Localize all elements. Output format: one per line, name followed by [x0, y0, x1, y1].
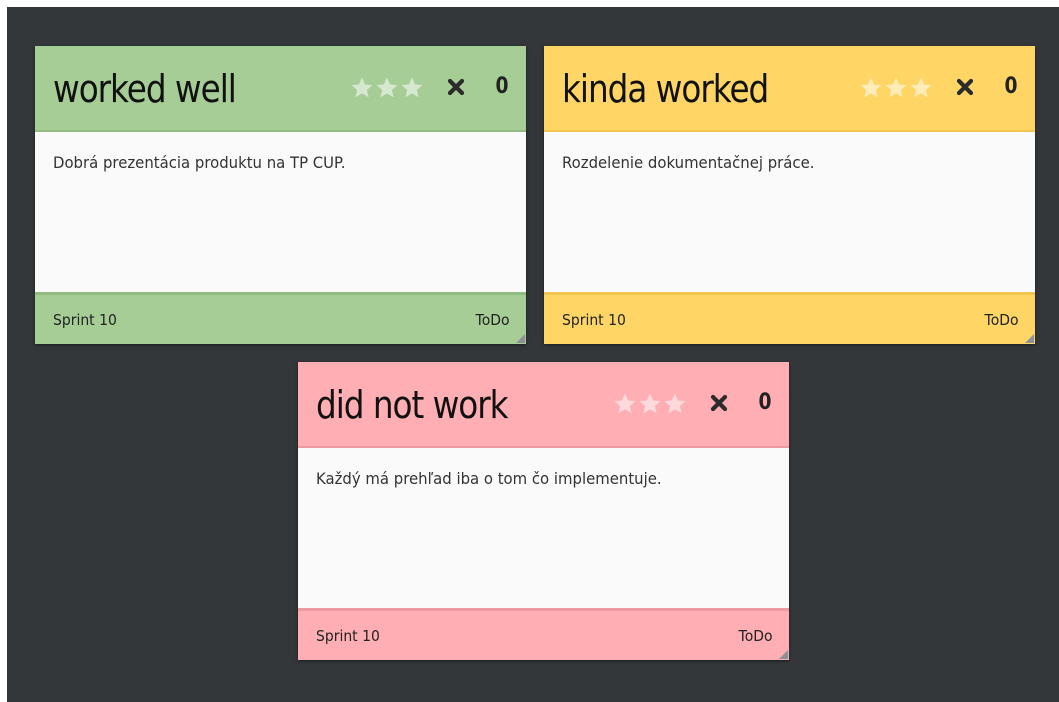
close-icon[interactable] [708, 392, 730, 414]
status-label[interactable]: ToDo [476, 310, 510, 330]
card-footer: Sprint 10 ToDo [544, 292, 1035, 344]
sprint-label: Sprint 10 [562, 311, 626, 329]
star-icon[interactable] [859, 76, 883, 100]
rating-stars[interactable] [613, 389, 687, 419]
star-icon[interactable] [909, 76, 933, 100]
close-icon[interactable] [445, 76, 467, 98]
card-text[interactable]: Dobrá prezentácia produktu na TP CUP. [53, 152, 476, 174]
resize-grip-icon[interactable] [516, 334, 525, 343]
star-icon[interactable] [375, 76, 399, 100]
retro-card-did-not-work[interactable]: did not work 0 Každý má prehľad iba o to… [298, 362, 789, 660]
card-header: did not work 0 [298, 362, 789, 448]
retrospective-board: worked well 0 Dobrá prezentácia produktu… [7, 7, 1059, 702]
star-icon[interactable] [663, 392, 687, 416]
star-icon[interactable] [613, 392, 637, 416]
card-text[interactable]: Rozdelenie dokumentačnej práce. [562, 152, 985, 174]
star-icon[interactable] [638, 392, 662, 416]
card-footer: Sprint 10 ToDo [298, 608, 789, 660]
star-icon[interactable] [400, 76, 424, 100]
card-footer: Sprint 10 ToDo [35, 292, 526, 344]
card-text[interactable]: Každý má prehľad iba o tom čo implementu… [316, 468, 739, 490]
card-header: worked well 0 [35, 46, 526, 132]
resize-grip-icon[interactable] [1025, 334, 1034, 343]
vote-count[interactable]: 0 [1003, 72, 1020, 102]
status-label[interactable]: ToDo [985, 310, 1019, 330]
card-title[interactable]: kinda worked [562, 66, 769, 112]
vote-count[interactable]: 0 [757, 388, 774, 418]
star-icon[interactable] [350, 76, 374, 100]
retro-card-worked-well[interactable]: worked well 0 Dobrá prezentácia produktu… [35, 46, 526, 344]
vote-count[interactable]: 0 [494, 72, 511, 102]
sprint-label: Sprint 10 [53, 311, 117, 329]
card-title[interactable]: did not work [316, 382, 509, 428]
card-header: kinda worked 0 [544, 46, 1035, 132]
card-title[interactable]: worked well [53, 66, 237, 112]
resize-grip-icon[interactable] [779, 650, 788, 659]
rating-stars[interactable] [859, 73, 933, 103]
star-icon[interactable] [884, 76, 908, 100]
status-label[interactable]: ToDo [739, 626, 773, 646]
retro-card-kinda-worked[interactable]: kinda worked 0 Rozdelenie dokumentačnej … [544, 46, 1035, 344]
sprint-label: Sprint 10 [316, 627, 380, 645]
rating-stars[interactable] [350, 73, 424, 103]
close-icon[interactable] [954, 76, 976, 98]
